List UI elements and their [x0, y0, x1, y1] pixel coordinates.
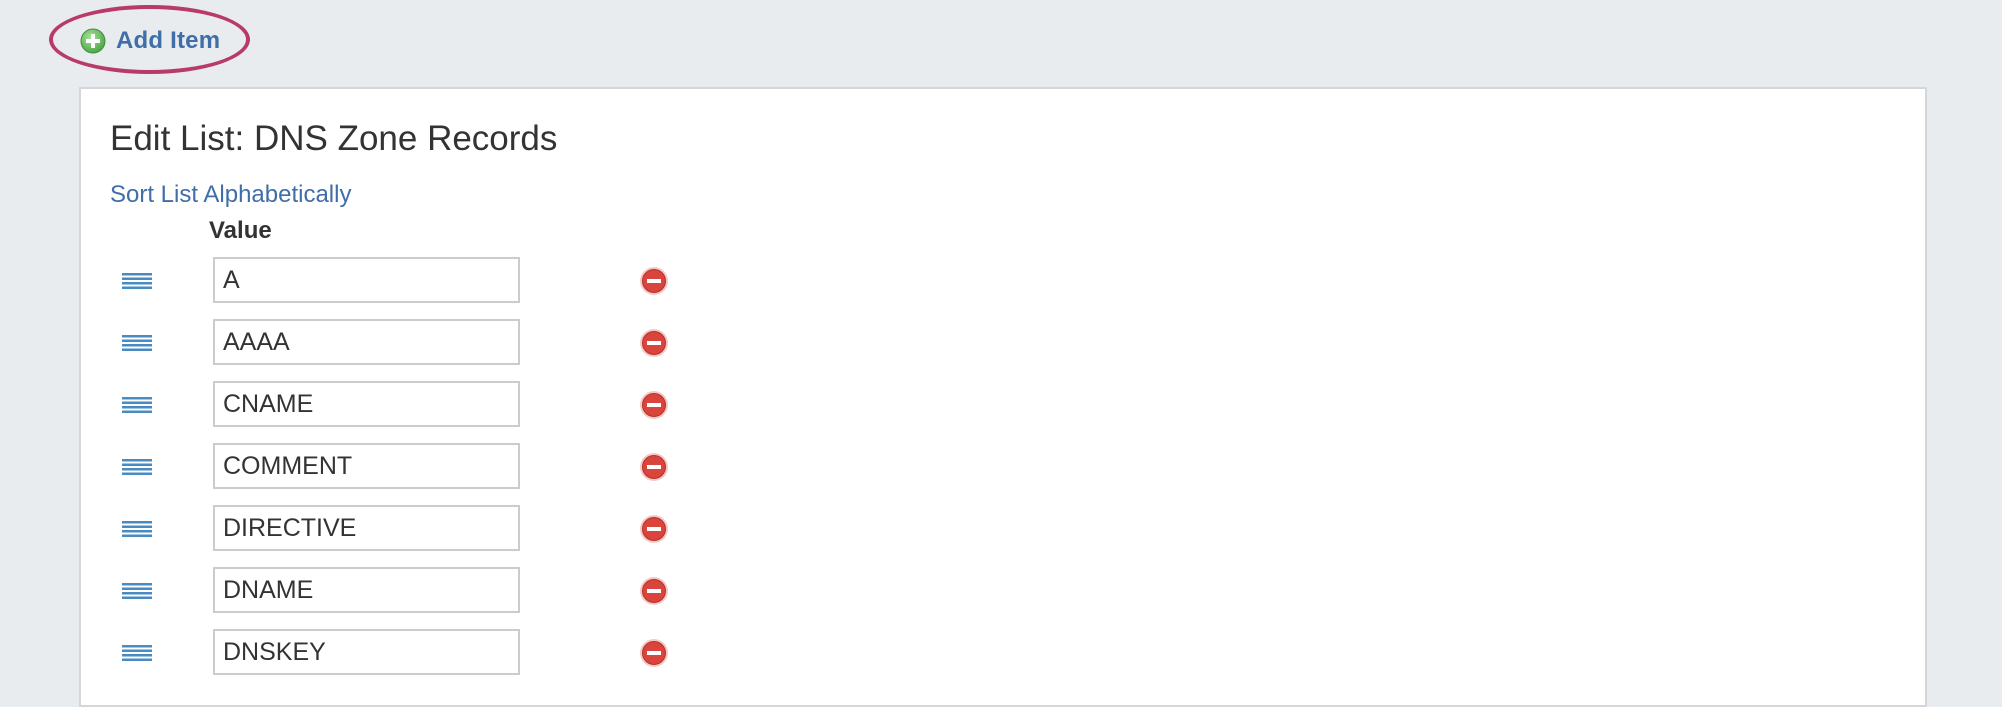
add-item-button[interactable]: Add Item	[80, 26, 220, 56]
drag-handle-icon[interactable]	[122, 645, 152, 661]
value-field[interactable]	[213, 381, 520, 427]
sort-list-alphabetically-link[interactable]: Sort List Alphabetically	[110, 180, 351, 210]
value-field[interactable]	[213, 567, 520, 613]
top-toolbar: Add Item	[0, 0, 2002, 86]
minus-circle-icon[interactable]	[639, 266, 669, 296]
value-field[interactable]	[213, 505, 520, 551]
value-field[interactable]	[213, 319, 520, 365]
drag-handle-icon[interactable]	[122, 583, 152, 599]
drag-handle-icon[interactable]	[122, 397, 152, 413]
drag-handle-icon[interactable]	[122, 521, 152, 537]
value-column-header: Value	[209, 217, 272, 244]
list-item	[0, 567, 2002, 617]
minus-circle-icon[interactable]	[639, 452, 669, 482]
drag-handle-icon[interactable]	[122, 273, 152, 289]
value-field[interactable]	[213, 443, 520, 489]
list-item	[0, 443, 2002, 493]
value-field[interactable]	[213, 257, 520, 303]
drag-handle-icon[interactable]	[122, 459, 152, 475]
drag-handle-icon[interactable]	[122, 335, 152, 351]
minus-circle-icon[interactable]	[639, 638, 669, 668]
list-item	[0, 381, 2002, 431]
minus-circle-icon[interactable]	[639, 514, 669, 544]
add-item-label: Add Item	[116, 27, 221, 54]
list-item	[0, 629, 2002, 679]
list-item	[0, 319, 2002, 369]
minus-circle-icon[interactable]	[639, 576, 669, 606]
minus-circle-icon[interactable]	[639, 390, 669, 420]
list-item	[0, 257, 2002, 307]
minus-circle-icon[interactable]	[639, 328, 669, 358]
page-title: Edit List: DNS Zone Records	[110, 119, 558, 158]
value-field[interactable]	[213, 629, 520, 675]
list-item	[0, 505, 2002, 555]
plus-circle-icon	[80, 28, 106, 54]
